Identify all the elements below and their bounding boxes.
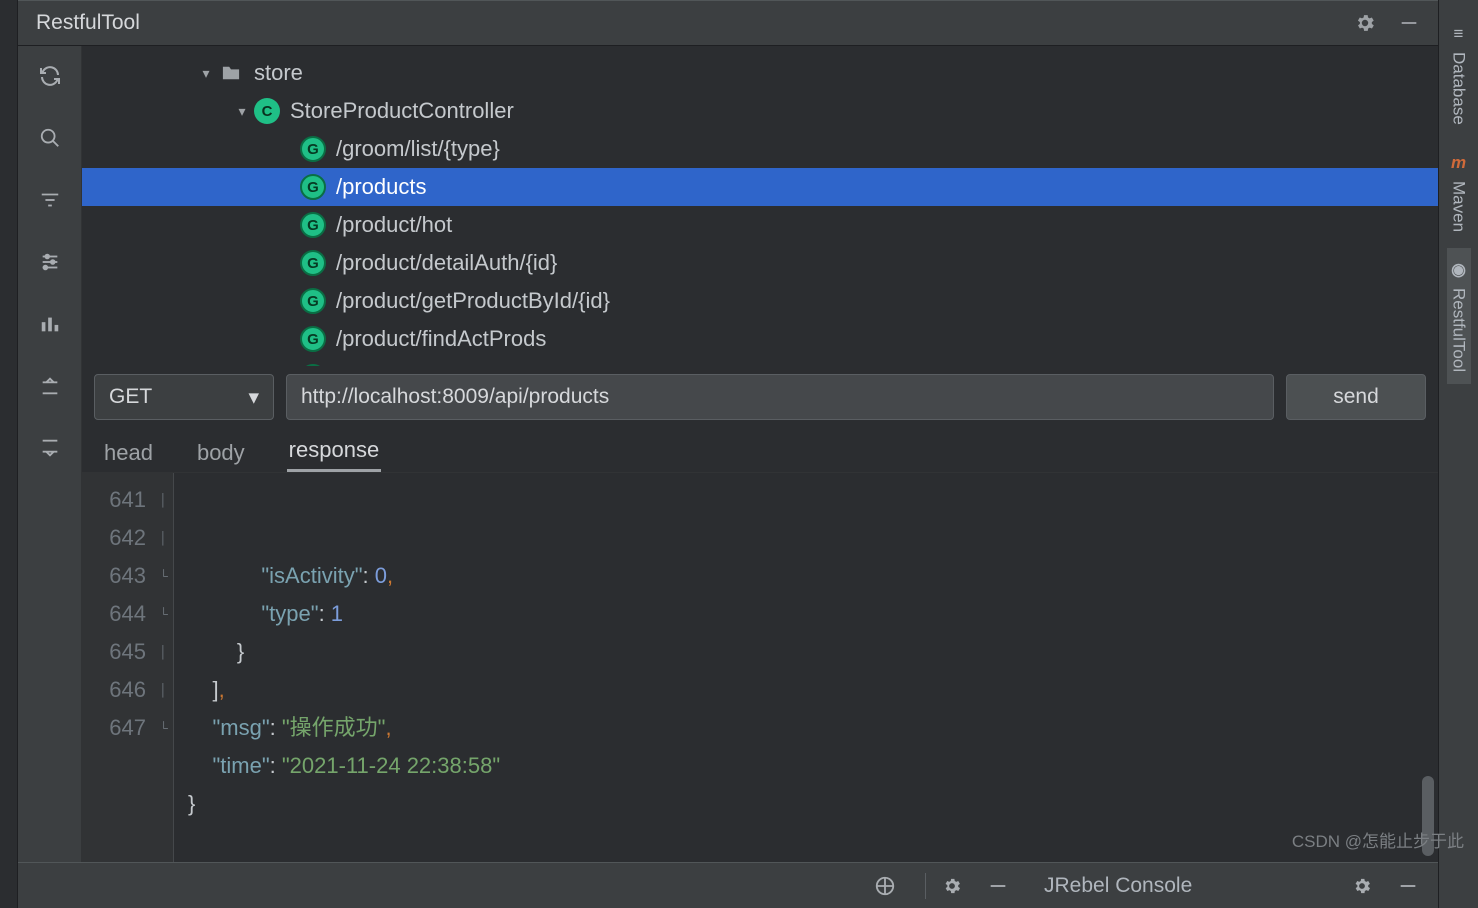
tree-endpoint[interactable]: G/groom/list/{type} bbox=[82, 130, 1438, 168]
toolwindow-title: RestfulTool bbox=[36, 11, 1336, 35]
tree-label: /products bbox=[336, 174, 427, 200]
tree-label: StoreProductController bbox=[290, 98, 514, 124]
footer-settings-icon[interactable] bbox=[936, 872, 968, 900]
tree-label: /product/detailAuth/{id} bbox=[336, 250, 557, 276]
tree-module[interactable]: ▾ store bbox=[82, 54, 1438, 92]
database-icon: ≡ bbox=[1454, 24, 1464, 44]
side-toolbar bbox=[18, 46, 82, 862]
request-bar: GET ▾ http://localhost:8009/api/products… bbox=[82, 366, 1438, 428]
bars-icon[interactable] bbox=[33, 310, 67, 338]
footer-minimize-icon[interactable] bbox=[982, 872, 1014, 900]
statusbar: JRebel Console bbox=[18, 862, 1438, 908]
tree-label: store bbox=[254, 60, 303, 86]
right-toolwindow-bar: ≡ Database m Maven ◉ RestfulTool bbox=[1438, 0, 1478, 908]
filter-icon[interactable] bbox=[33, 186, 67, 214]
url-input[interactable]: http://localhost:8009/api/products bbox=[286, 374, 1274, 420]
chevron-down-icon[interactable]: ▾ bbox=[194, 65, 218, 82]
right-tab-restfultool[interactable]: ◉ RestfulTool bbox=[1447, 248, 1471, 384]
http-get-icon: G bbox=[300, 250, 326, 276]
toolwindow-header: RestfulTool bbox=[18, 0, 1438, 46]
refresh-icon[interactable] bbox=[33, 62, 67, 90]
tree-controller[interactable]: ▾C StoreProductController bbox=[82, 92, 1438, 130]
right-tab-database[interactable]: ≡ Database bbox=[1447, 12, 1471, 137]
tree-endpoint[interactable]: G/product/getProductById/{id} bbox=[82, 282, 1438, 320]
editor-left-gutter bbox=[0, 0, 18, 908]
collapse-icon[interactable] bbox=[33, 434, 67, 462]
tree-endpoint[interactable]: G/products bbox=[82, 168, 1438, 206]
line-gutter: 641642643644645646647 bbox=[82, 473, 154, 862]
send-button[interactable]: send bbox=[1286, 374, 1426, 420]
tree-endpoint[interactable]: G/product/hot bbox=[82, 206, 1438, 244]
folder-icon bbox=[218, 60, 244, 86]
http-get-icon: G bbox=[300, 174, 326, 200]
http-get-icon: G bbox=[300, 326, 326, 352]
chevron-down-icon: ▾ bbox=[248, 385, 259, 410]
console-minimize-icon[interactable] bbox=[1392, 872, 1424, 900]
console-settings-icon[interactable] bbox=[1346, 872, 1378, 900]
tree-label: /product/findActProds bbox=[336, 326, 546, 352]
right-tab-maven[interactable]: m Maven bbox=[1447, 141, 1471, 244]
tab-head[interactable]: head bbox=[102, 434, 155, 472]
settings-icon[interactable] bbox=[1350, 8, 1380, 38]
minimize-icon[interactable] bbox=[1394, 8, 1424, 38]
globe-icon: ◉ bbox=[1451, 260, 1466, 280]
tab-body[interactable]: body bbox=[195, 434, 247, 472]
tree-label: /product/hot bbox=[336, 212, 452, 238]
tree-label: /groom/list/{type} bbox=[336, 136, 500, 162]
request-tabs: head body response bbox=[82, 428, 1438, 472]
search-icon[interactable] bbox=[33, 124, 67, 152]
http-method-value: GET bbox=[109, 385, 152, 409]
tree-endpoint[interactable]: G/product/detailAuth/{id} bbox=[82, 244, 1438, 282]
tree-endpoint[interactable]: G/product/findActProds bbox=[82, 320, 1438, 358]
http-get-icon: G bbox=[300, 212, 326, 238]
fold-gutter[interactable]: ││└└││└ bbox=[154, 473, 174, 862]
sliders-icon[interactable] bbox=[33, 248, 67, 276]
code-area[interactable]: "isActivity": 0, "type": 1 } ], "msg": "… bbox=[174, 473, 1438, 862]
http-get-icon: G bbox=[300, 288, 326, 314]
endpoint-tree[interactable]: ▾store▾CStoreProductControllerG/groom/li… bbox=[82, 46, 1438, 366]
http-get-icon: G bbox=[300, 136, 326, 162]
chevron-down-icon[interactable]: ▾ bbox=[230, 103, 254, 120]
divider bbox=[925, 873, 926, 899]
tab-response[interactable]: response bbox=[287, 431, 382, 472]
maven-icon: m bbox=[1451, 153, 1466, 173]
response-editor[interactable]: 641642643644645646647 ││└└││└ "isActivit… bbox=[82, 472, 1438, 862]
expand-icon[interactable] bbox=[33, 372, 67, 400]
console-title[interactable]: JRebel Console bbox=[1044, 874, 1192, 898]
url-value: http://localhost:8009/api/products bbox=[301, 385, 609, 409]
tree-endpoint[interactable]: G/product/detail/{id} bbox=[82, 358, 1438, 366]
scrollbar-vertical[interactable] bbox=[1422, 473, 1434, 862]
http-method-select[interactable]: GET ▾ bbox=[94, 374, 274, 420]
target-icon[interactable] bbox=[869, 872, 901, 900]
class-icon: C bbox=[254, 98, 280, 124]
scroll-thumb[interactable] bbox=[1422, 776, 1434, 856]
tree-label: /product/getProductById/{id} bbox=[336, 288, 610, 314]
